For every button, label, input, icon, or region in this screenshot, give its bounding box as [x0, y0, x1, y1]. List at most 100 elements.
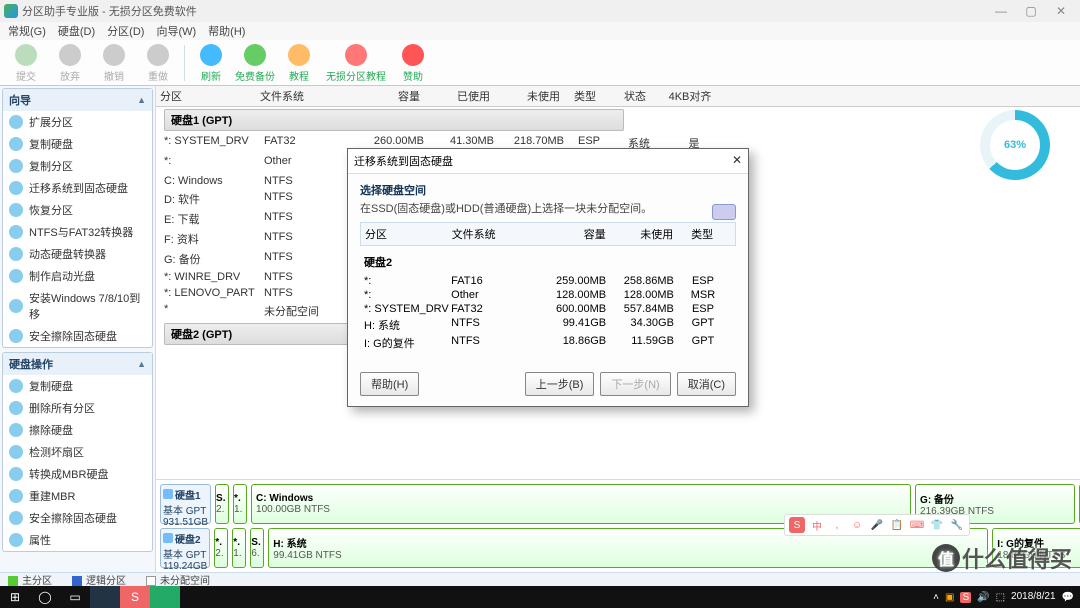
modal-title: 迁移系统到固态硬盘: [354, 153, 453, 169]
title-bar: 分区助手专业版 - 无损分区免费软件 — ▢ ✕: [0, 0, 1080, 22]
tray-clock[interactable]: 2018/8/21: [1011, 592, 1056, 602]
usage-ring: 63%: [980, 110, 1050, 180]
watermark: 值 什么值得买: [932, 542, 1072, 574]
modal-prev-button[interactable]: 上一步(B): [525, 372, 595, 396]
disk-segment[interactable]: S.6.: [250, 528, 264, 568]
tray-notifications-icon[interactable]: 💬: [1062, 592, 1074, 603]
cortana-button[interactable]: ◯: [30, 586, 60, 608]
sidebar-item-copy-disk[interactable]: 复制硬盘: [3, 133, 152, 155]
modal-heading: 选择硬盘空间: [360, 182, 736, 198]
start-button[interactable]: ⊞: [0, 586, 30, 608]
bullet-icon: [9, 269, 23, 283]
tray-chevron-icon[interactable]: ˄: [933, 592, 939, 603]
bullet-icon: [9, 299, 23, 313]
toolbar-discard[interactable]: 放弃: [48, 42, 92, 83]
sidebar-op-properties[interactable]: 属性: [3, 529, 152, 551]
close-button[interactable]: ✕: [1046, 4, 1076, 18]
sidebar-item-secure-erase[interactable]: 安全擦除固态硬盘: [3, 325, 152, 347]
app-icon: [4, 4, 18, 18]
table-row[interactable]: *: SYSTEM_DRVFAT32600.00MB557.84MBESP: [364, 302, 732, 316]
tray-network-icon[interactable]: ⬚: [996, 592, 1005, 603]
menu-help[interactable]: 帮助(H): [202, 22, 251, 40]
disk-segment[interactable]: *.2.: [214, 528, 228, 568]
menu-general[interactable]: 常规(G): [2, 22, 52, 40]
sidebar-item-dynamic[interactable]: 动态硬盘转换器: [3, 243, 152, 265]
sidebar-item-copy-part[interactable]: 复制分区: [3, 155, 152, 177]
bullet-icon: [9, 159, 23, 173]
ime-skin[interactable]: 👕: [929, 517, 945, 533]
sidebar-item-extend[interactable]: 扩展分区: [3, 111, 152, 133]
ime-keyboard[interactable]: ⌨: [909, 517, 925, 533]
legend: 主分区 逻辑分区 未分配空间: [0, 572, 1080, 586]
modal-cancel-button[interactable]: 取消(C): [677, 372, 736, 396]
maximize-button[interactable]: ▢: [1016, 4, 1046, 18]
ime-clip[interactable]: 📋: [889, 517, 905, 533]
sidebar-item-ntfs-fat32[interactable]: NTFS与FAT32转换器: [3, 221, 152, 243]
ime-cn[interactable]: 中: [809, 517, 825, 533]
toolbar-refresh[interactable]: 刷新: [189, 42, 233, 83]
table-row[interactable]: I: G的复件NTFS18.86GB11.59GBGPT: [364, 334, 732, 352]
sidebar-group-ops[interactable]: 硬盘操作▲: [3, 353, 152, 375]
tray-ime-icon[interactable]: S: [960, 592, 971, 603]
table-row[interactable]: *:FAT16259.00MB258.86MBESP: [364, 274, 732, 288]
table-row[interactable]: *:Other128.00MB128.00MBMSR: [364, 288, 732, 302]
system-tray[interactable]: ˄ ▣ S 🔊 ⬚ 2018/8/21 💬: [927, 592, 1080, 603]
ime-toolbar[interactable]: S 中 , ☺ 🎤 📋 ⌨ 👕 🔧: [784, 514, 970, 536]
disk1-title[interactable]: 硬盘1 (GPT): [164, 109, 624, 131]
menu-disk[interactable]: 硬盘(D): [52, 22, 101, 40]
sidebar-op-secure-erase[interactable]: 安全擦除固态硬盘: [3, 507, 152, 529]
bullet-icon: [9, 467, 23, 481]
bullet-icon: [9, 401, 23, 415]
menu-wizard[interactable]: 向导(W): [150, 22, 202, 40]
ime-emoji[interactable]: ☺: [849, 517, 865, 533]
sidebar-op-rebuild-mbr[interactable]: 重建MBR: [3, 485, 152, 507]
bullet-icon: [9, 181, 23, 195]
disk-icon: [163, 489, 173, 499]
task-app-1[interactable]: [90, 586, 120, 608]
migrate-modal: 迁移系统到固态硬盘 ✕ 选择硬盘空间 在SSD(固态硬盘)或HDD(普通硬盘)上…: [347, 148, 749, 407]
sidebar-item-bootcd[interactable]: 制作启动光盘: [3, 265, 152, 287]
modal-columns: 分区文件系统容量未使用类型: [360, 222, 736, 246]
disk-segment[interactable]: *.1.: [233, 484, 247, 524]
sidebar-op-wipe[interactable]: 擦除硬盘: [3, 419, 152, 441]
toolbar-sponsor[interactable]: 赞助: [391, 42, 435, 83]
sidebar-op-to-mbr[interactable]: 转换成MBR硬盘: [3, 463, 152, 485]
ime-logo-icon[interactable]: S: [789, 517, 805, 533]
sidebar-item-migrate-ssd[interactable]: 迁移系统到固态硬盘: [3, 177, 152, 199]
ime-punct[interactable]: ,: [829, 517, 845, 533]
sidebar-group-guide[interactable]: 向导▲: [3, 89, 152, 111]
unalloc-swatch: [146, 576, 156, 586]
tray-app-icon[interactable]: ▣: [945, 592, 954, 603]
toolbar-lossless[interactable]: 无损分区教程: [321, 42, 391, 83]
sidebar-op-badsector[interactable]: 检测坏扇区: [3, 441, 152, 463]
minimize-button[interactable]: —: [986, 4, 1016, 18]
disk-segment[interactable]: *.1.: [232, 528, 246, 568]
table-row[interactable]: H: 系统NTFS99.41GB34.30GBGPT: [364, 316, 732, 334]
watermark-icon: 值: [932, 544, 960, 572]
sidebar-item-install-win[interactable]: 安装Windows 7/8/10到移: [3, 287, 152, 325]
menu-partition[interactable]: 分区(D): [101, 22, 150, 40]
taskbar: ⊞ ◯ ▭ S ˄ ▣ S 🔊 ⬚ 2018/8/21 💬: [0, 586, 1080, 608]
task-app-3[interactable]: [150, 586, 180, 608]
sidebar-item-recover[interactable]: 恢复分区: [3, 199, 152, 221]
toolbar-backup[interactable]: 免费备份: [233, 42, 277, 83]
toolbar-undo[interactable]: 撤销: [92, 42, 136, 83]
sidebar: 向导▲ 扩展分区 复制硬盘 复制分区 迁移系统到固态硬盘 恢复分区 NTFS与F…: [0, 86, 156, 572]
disk2-label[interactable]: 硬盘2 基本 GPT119.24GB: [160, 528, 210, 568]
toolbar-redo[interactable]: 重做: [136, 42, 180, 83]
modal-close-button[interactable]: ✕: [732, 153, 742, 169]
disk-icon: [712, 204, 736, 220]
ime-voice[interactable]: 🎤: [869, 517, 885, 533]
sidebar-op-copy-disk[interactable]: 复制硬盘: [3, 375, 152, 397]
bullet-icon: [9, 115, 23, 129]
disk-segment[interactable]: S.2.: [215, 484, 229, 524]
modal-help-button[interactable]: 帮助(H): [360, 372, 419, 396]
taskview-button[interactable]: ▭: [60, 586, 90, 608]
toolbar-submit[interactable]: 提交: [4, 42, 48, 83]
tray-volume-icon[interactable]: 🔊: [977, 592, 989, 603]
task-app-2[interactable]: S: [120, 586, 150, 608]
toolbar-tutorial[interactable]: 教程: [277, 42, 321, 83]
sidebar-op-delete-all[interactable]: 删除所有分区: [3, 397, 152, 419]
ime-tool[interactable]: 🔧: [949, 517, 965, 533]
disk1-label[interactable]: 硬盘1 基本 GPT931.51GB: [160, 484, 211, 524]
